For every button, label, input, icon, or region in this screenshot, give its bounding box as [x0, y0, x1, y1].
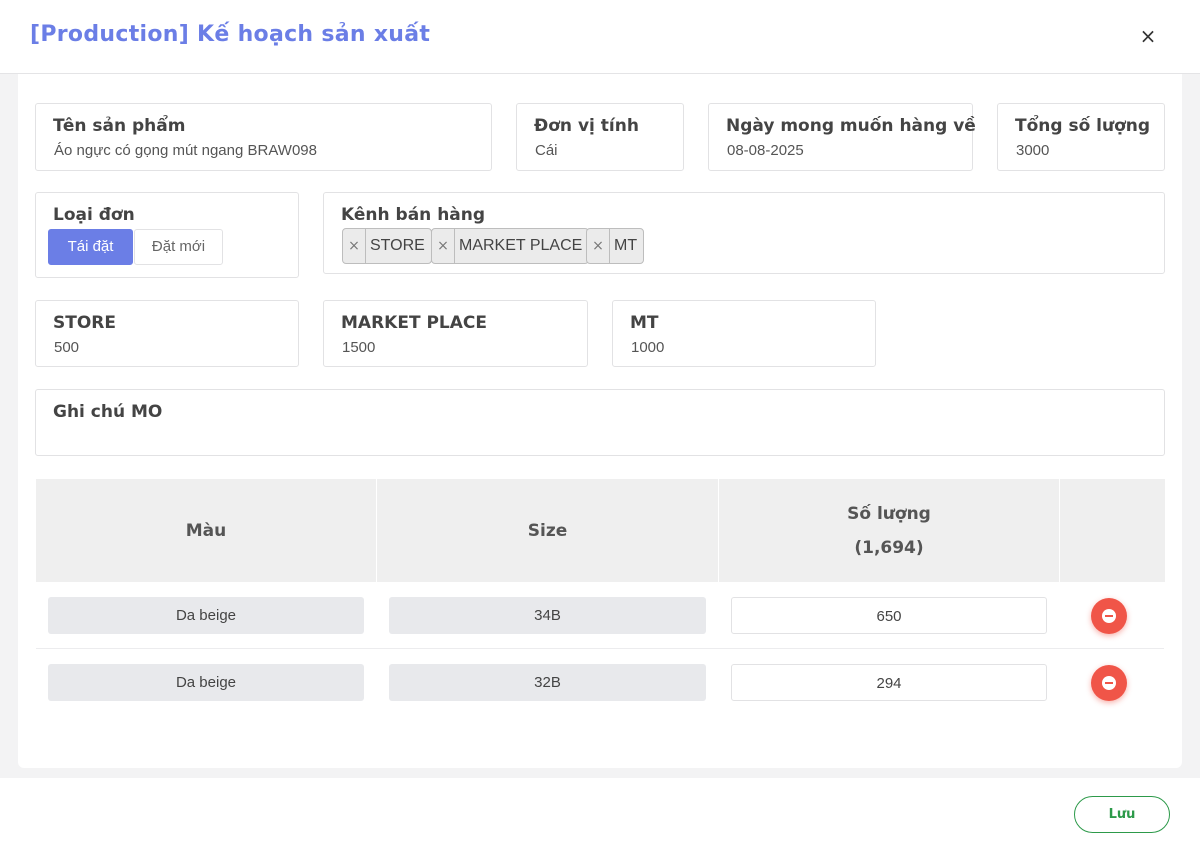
- close-icon[interactable]: ×: [1136, 24, 1160, 48]
- channel-tag-market-place: × MARKET PLACE: [431, 228, 590, 264]
- column-header-color-label: Màu: [185, 520, 227, 541]
- save-button[interactable]: Lưu: [1074, 796, 1170, 833]
- product-name-label: Tên sản phẩm: [53, 116, 186, 136]
- modal-title: [Production] Kế hoạch sản xuất: [30, 22, 431, 47]
- channel-tag-mt: × MT: [586, 228, 645, 264]
- modal-header: [Production] Kế hoạch sản xuất ×: [0, 0, 1200, 74]
- channel-market-place-value: 1500: [342, 339, 376, 356]
- column-header-color: Màu: [36, 479, 376, 582]
- expected-date-label: Ngày mong muốn hàng về: [726, 116, 976, 136]
- order-type-label: Loại đơn: [53, 205, 135, 225]
- row-1-size-cell: 34B: [389, 597, 706, 634]
- expected-date-field: Ngày mong muốn hàng về 08-08-2025: [708, 103, 976, 171]
- row-1-color-cell: Da beige: [48, 597, 364, 634]
- channel-tag-label: MARKET PLACE: [459, 237, 583, 254]
- unit-value: Cái: [535, 142, 558, 159]
- column-header-size-label: Size: [527, 520, 568, 541]
- mo-note-field[interactable]: Ghi chú MO: [35, 389, 1165, 456]
- minus-circle-icon: [1102, 676, 1116, 690]
- unit-label: Đơn vị tính: [534, 116, 639, 136]
- row-2-quantity-input[interactable]: 294: [731, 664, 1047, 701]
- modal-footer: Lưu: [0, 778, 1200, 850]
- column-header-quantity-label: Số lượng: [847, 503, 931, 524]
- remove-tag-icon[interactable]: ×: [432, 229, 455, 263]
- column-header-quantity-total: (1,694): [854, 537, 924, 558]
- unit-field: Đơn vị tính Cái: [516, 103, 684, 171]
- order-type-reorder-button[interactable]: Tái đặt: [48, 229, 133, 265]
- row-2-remove-button[interactable]: [1091, 665, 1127, 701]
- product-name-field: Tên sản phẩm Áo ngực có gọng mút ngang B…: [35, 103, 492, 171]
- channel-mt-label: MT: [630, 313, 659, 333]
- column-header-quantity: Số lượng (1,694): [719, 479, 1059, 582]
- column-header-actions: [1060, 479, 1165, 582]
- row-1-remove-button[interactable]: [1091, 598, 1127, 634]
- total-quantity-field: Tổng số lượng 3000: [997, 103, 1165, 171]
- column-header-size: Size: [377, 479, 718, 582]
- row-2-color-cell: Da beige: [48, 664, 364, 701]
- mo-note-label: Ghi chú MO: [53, 402, 163, 422]
- channel-tag-label: STORE: [370, 237, 425, 254]
- remove-tag-icon[interactable]: ×: [343, 229, 366, 263]
- channel-market-place-label: MARKET PLACE: [341, 313, 488, 333]
- channel-store-value: 500: [54, 339, 80, 356]
- product-name-value: Áo ngực có gọng mút ngang BRAW098: [54, 142, 317, 159]
- minus-circle-icon: [1102, 609, 1116, 623]
- channel-market-place-qty-field: MARKET PLACE 1500: [323, 300, 588, 367]
- order-type-new-button[interactable]: Đặt mới: [134, 229, 223, 265]
- expected-date-value: 08-08-2025: [727, 142, 804, 159]
- order-type-field: Loại đơn Tái đặt Đặt mới: [35, 192, 299, 278]
- channel-store-label: STORE: [53, 313, 116, 333]
- total-quantity-label: Tổng số lượng: [1015, 116, 1151, 136]
- channel-tag-store: × STORE: [342, 228, 432, 264]
- row-2-size-cell: 32B: [389, 664, 706, 701]
- sales-channel-field[interactable]: Kênh bán hàng × STORE × MARKET PLACE × M…: [323, 192, 1165, 274]
- remove-tag-icon[interactable]: ×: [587, 229, 610, 263]
- total-quantity-value: 3000: [1016, 142, 1050, 159]
- channel-mt-value: 1000: [631, 339, 665, 356]
- channel-mt-qty-field: MT 1000: [612, 300, 876, 367]
- channel-store-qty-field: STORE 500: [35, 300, 299, 367]
- row-divider: [36, 648, 1164, 649]
- modal-body: Tên sản phẩm Áo ngực có gọng mút ngang B…: [18, 74, 1182, 768]
- channel-tag-label: MT: [614, 237, 638, 254]
- sales-channel-label: Kênh bán hàng: [341, 205, 486, 225]
- row-1-quantity-input[interactable]: 650: [731, 597, 1047, 634]
